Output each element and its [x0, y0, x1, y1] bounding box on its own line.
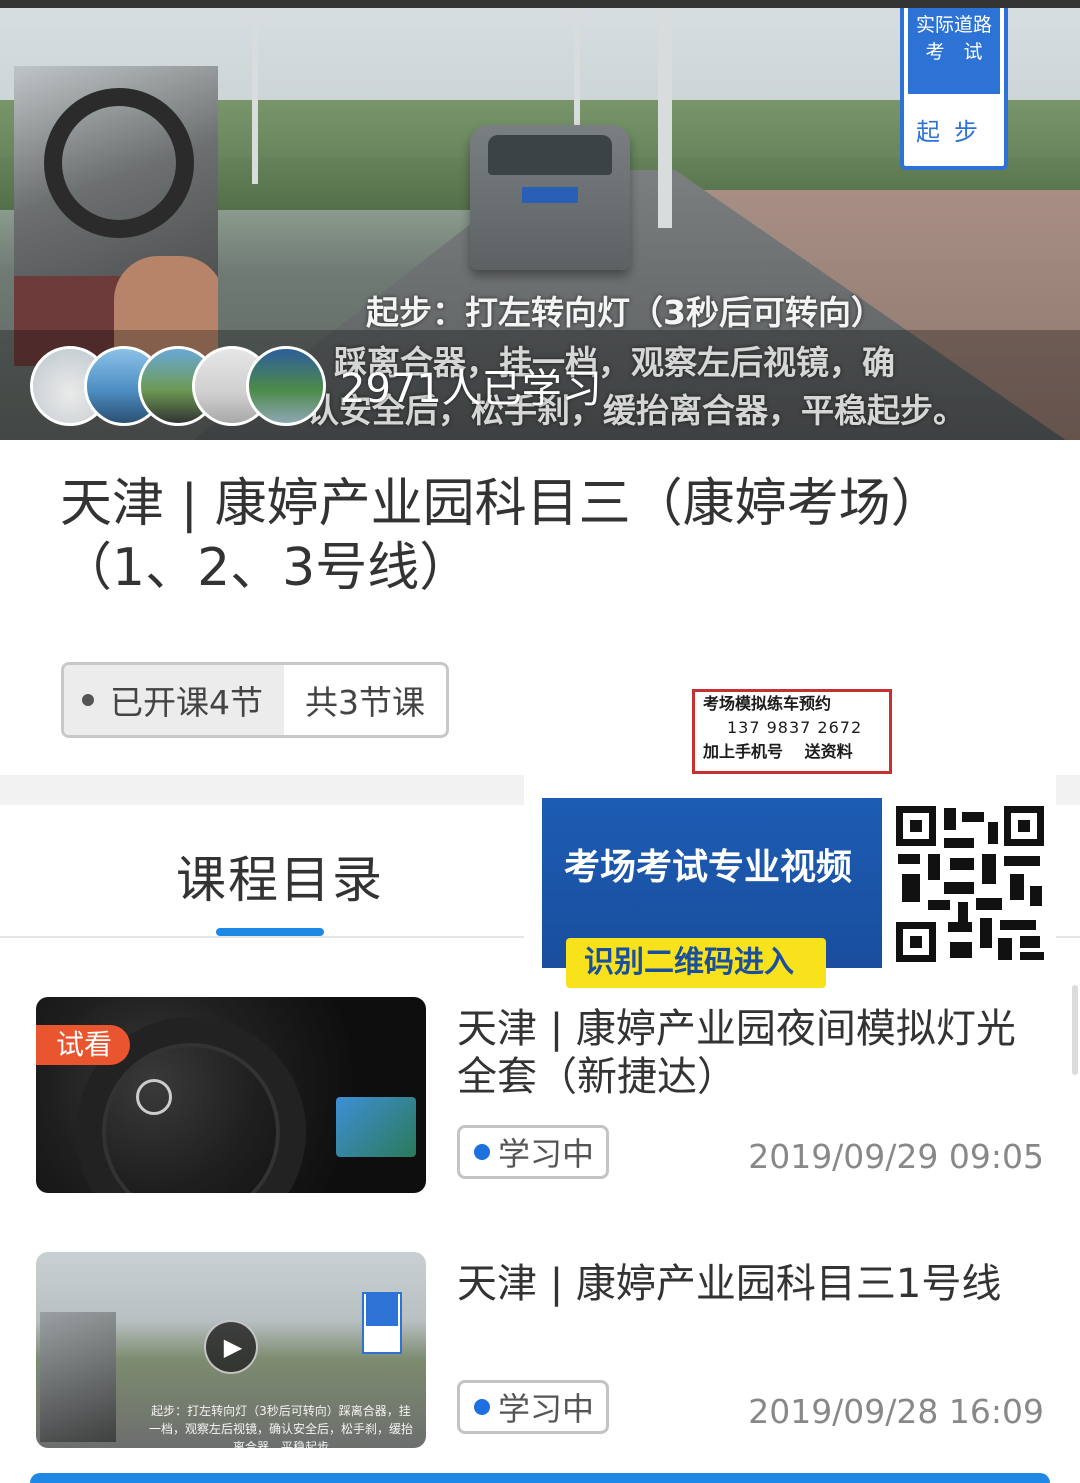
- qr-finder: [1004, 806, 1044, 846]
- total-lessons-label: 共3节课: [305, 683, 425, 722]
- ad-line-title: 考场模拟练车预约: [703, 694, 832, 713]
- lesson-status-label: 学习中: [498, 1135, 595, 1173]
- lesson-status-tag: 学习中: [457, 1380, 609, 1434]
- lesson-title[interactable]: 天津 | 康婷产业园夜间模拟灯光全套（新捷达）: [457, 1005, 1047, 1101]
- lesson-date: 2019/09/28 16:09: [748, 1392, 1044, 1431]
- course-progress-pill: 已开课4节 共3节课: [61, 662, 449, 738]
- lesson-thumbnail[interactable]: 起步：打左转向灯（3秒后可转向）踩离合器，挂一档，观察左后视镜，确认安全后，松手…: [36, 1252, 426, 1448]
- lesson-thumbnail[interactable]: 试看: [36, 997, 426, 1193]
- exam-route-sign: 实际道路考 试 起步: [900, 8, 1008, 170]
- trial-badge: 试看: [36, 1025, 130, 1065]
- course-title: 天津 | 康婷产业园科目三（康婷考场）（1、2、3号线）: [60, 474, 943, 598]
- cover-pole: [658, 8, 672, 228]
- promo-banner[interactable]: 考场考试专业视频 识别二维码进入: [524, 775, 1056, 988]
- learner-avatars: [30, 346, 330, 426]
- scrollbar[interactable]: [1072, 985, 1078, 1075]
- ad-line-offer: 加上手机号 送资料: [703, 742, 853, 761]
- lesson-status-tag: 学习中: [457, 1125, 609, 1179]
- thumbnail-subtitle: 起步：打左转向灯（3秒后可转向）踩离合器，挂一档，观察左后视镜，确认安全后，松手…: [148, 1404, 413, 1448]
- bullet-dot-icon: [82, 694, 94, 706]
- booking-ad-box: 考场模拟练车预约 137 9837 2672 加上手机号 送资料: [692, 689, 892, 774]
- promo-headline: 考场考试专业视频: [564, 847, 853, 888]
- status-dot-icon: [474, 1144, 490, 1160]
- exam-route-sign: [362, 1292, 402, 1354]
- opened-lessons: 已开课4节: [64, 665, 284, 735]
- bottom-action-bar[interactable]: [30, 1473, 1050, 1483]
- status-dot-icon: [474, 1399, 490, 1415]
- opened-lessons-label: 已开课4节: [110, 683, 263, 722]
- lesson-item[interactable]: 试看 天津 | 康婷产业园夜间模拟灯光全套（新捷达） 学习中 2019/09/2…: [0, 997, 1080, 1197]
- qr-finder: [896, 922, 936, 962]
- status-bar: [0, 0, 1080, 8]
- ad-phone-number: 137 9837 2672: [727, 718, 863, 737]
- driver-inset-video: [14, 66, 218, 366]
- lesson-title[interactable]: 天津 | 康婷产业园科目三1号线: [457, 1260, 1047, 1308]
- steering-wheel-graphic: [44, 88, 194, 238]
- sign-top-text: 实际道路考 试: [908, 8, 1000, 94]
- sign-bottom-text: 起步: [916, 118, 992, 146]
- video-subtitle-line1: 起步：打左转向灯（3秒后可转向）: [366, 293, 884, 332]
- promo-panel: 考场考试专业视频 识别二维码进入: [542, 798, 882, 988]
- qr-code-icon[interactable]: [892, 802, 1048, 966]
- dashboard-screen: [336, 1097, 416, 1157]
- avatar: [246, 346, 326, 426]
- lesson-item[interactable]: 起步：打左转向灯（3秒后可转向）踩离合器，挂一档，观察左后视镜，确认安全后，松手…: [0, 1252, 1080, 1452]
- play-icon[interactable]: ▶: [204, 1320, 258, 1374]
- lesson-status-label: 学习中: [498, 1390, 595, 1428]
- course-cover-video[interactable]: 实际道路考 试 起步 起步：打左转向灯（3秒后可转向） 踩离合器，挂一档，观察左…: [0, 0, 1080, 440]
- driver-inset-video: [40, 1312, 116, 1442]
- scan-qr-button[interactable]: 识别二维码进入: [566, 938, 826, 988]
- tab-course-catalog[interactable]: 课程目录: [176, 840, 384, 912]
- cover-car: [470, 125, 630, 270]
- learner-count: 2971人已学习: [340, 366, 602, 412]
- active-tab-indicator: [216, 928, 324, 936]
- qr-finder: [896, 806, 936, 846]
- cover-pole: [252, 14, 258, 184]
- lesson-date: 2019/09/29 09:05: [748, 1137, 1044, 1176]
- car-logo-icon: [136, 1079, 172, 1115]
